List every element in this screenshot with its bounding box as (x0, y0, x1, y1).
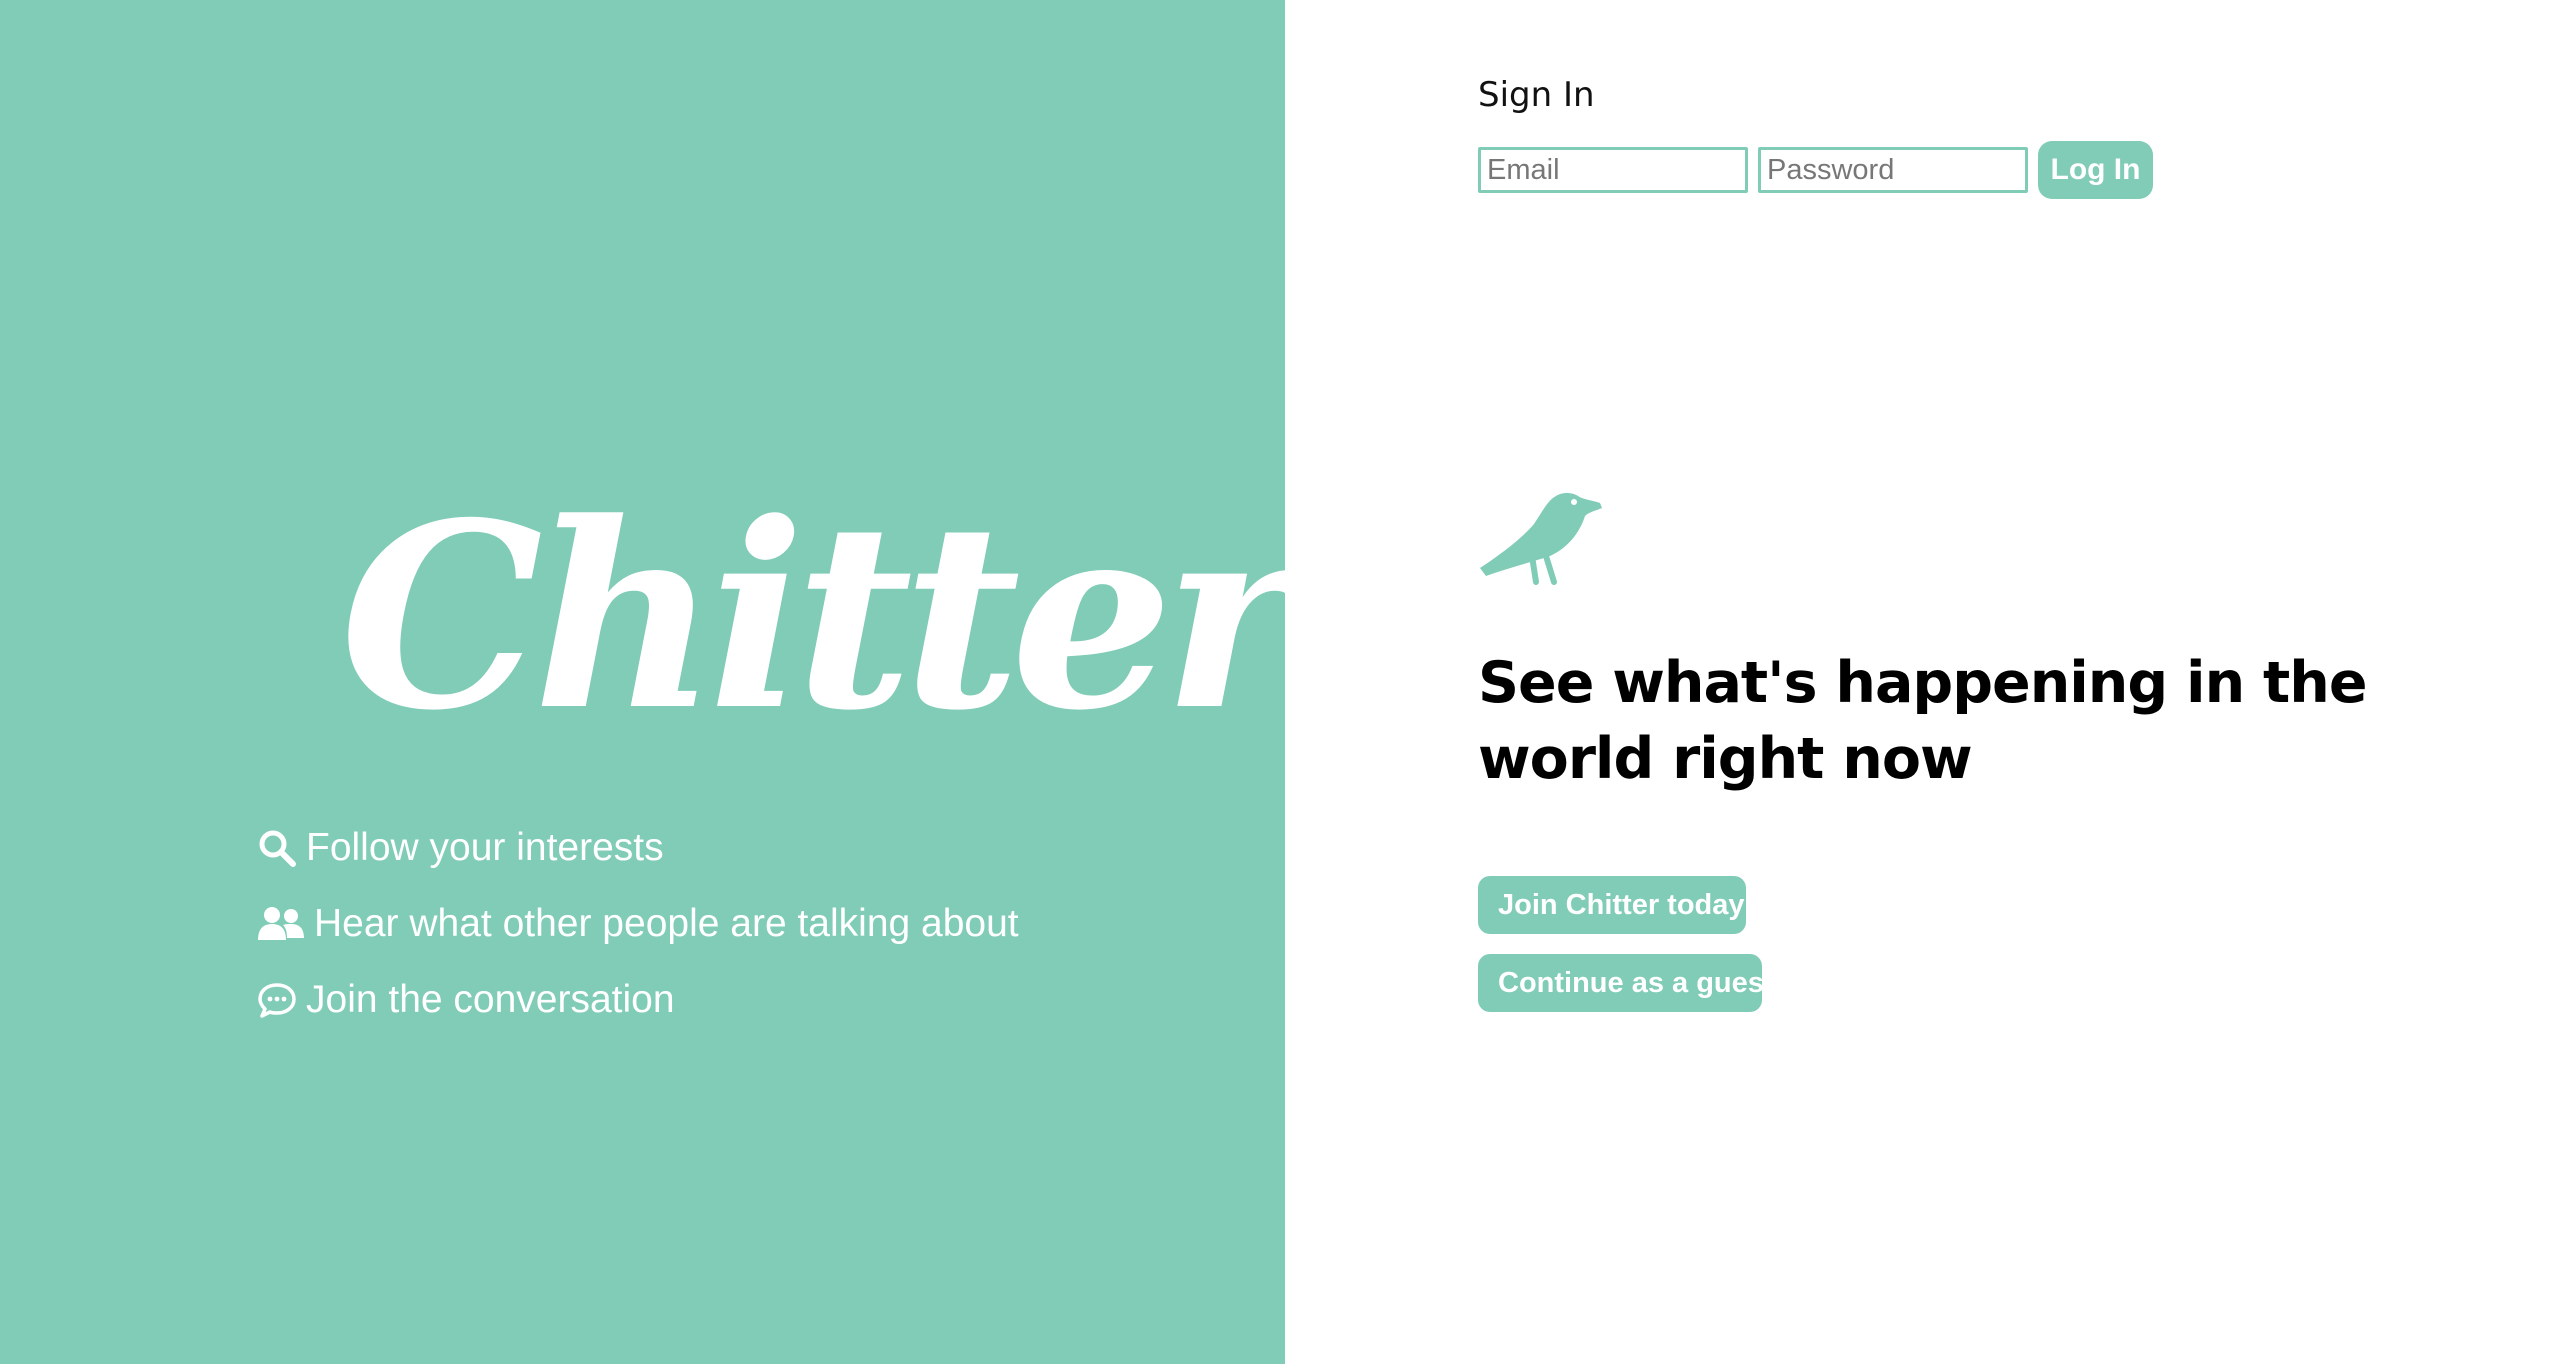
bird-icon (1480, 493, 1602, 585)
feature-label: Hear what other people are talking about (314, 902, 1019, 945)
signin-title: Sign In (1478, 75, 1595, 115)
chitter-logo: Chitter (340, 468, 1297, 767)
feature-list: Follow your interests Hear what other pe… (256, 825, 1019, 1053)
login-button[interactable]: Log In (2038, 141, 2153, 199)
login-form: Log In (1478, 141, 2153, 199)
guest-button[interactable]: Continue as a guest (1478, 954, 1774, 1012)
password-field[interactable] (1758, 147, 2028, 193)
search-icon (256, 827, 298, 869)
feature-label: Join the conversation (306, 978, 675, 1021)
email-field[interactable] (1478, 147, 1748, 193)
users-icon (256, 903, 306, 945)
feature-item-follow: Follow your interests (256, 825, 1019, 871)
landing-page: Chitter Follow your interests Hear what … (0, 0, 2560, 1364)
feature-item-hear: Hear what other people are talking about (256, 901, 1019, 947)
feature-label: Follow your interests (306, 826, 664, 869)
feature-item-join: Join the conversation (256, 977, 1019, 1023)
chat-bubble-icon (256, 979, 298, 1021)
hero-headline: See what's happening in the world right … (1478, 650, 2367, 792)
join-button[interactable]: Join Chitter today (1478, 876, 1746, 934)
brand-panel: Chitter Follow your interests Hear what … (0, 0, 1297, 1364)
